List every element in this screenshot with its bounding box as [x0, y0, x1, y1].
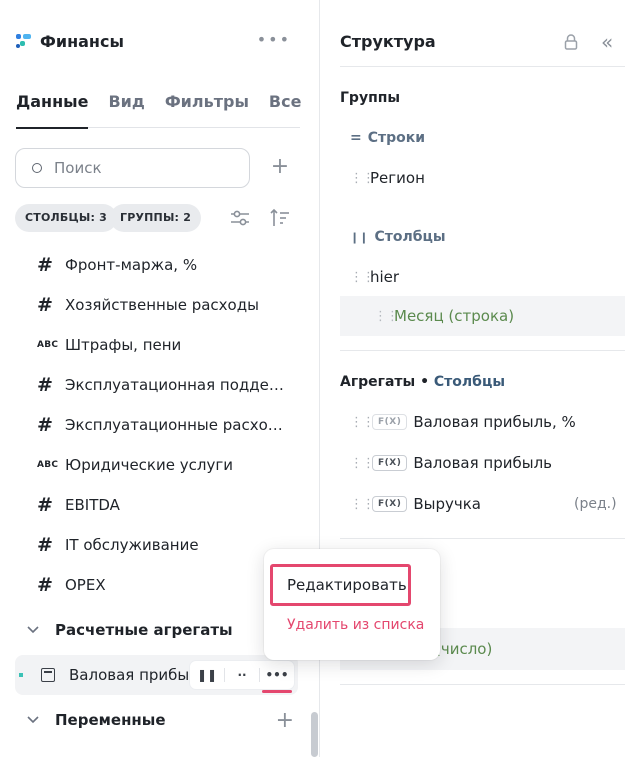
plus-icon[interactable]: +: [276, 708, 294, 733]
abc-icon: ABC: [37, 340, 59, 350]
field-list: # Фронт-маржа, % # Хозяйственные расходы…: [15, 245, 300, 605]
collapse-icon[interactable]: «: [601, 30, 613, 54]
list-item[interactable]: # OPEX: [15, 565, 300, 605]
columns-label: ❙❙ Столбцы: [350, 229, 446, 245]
selected-aggregate-row[interactable]: Валовая прибыль ❚❚ ·· •••: [15, 655, 298, 695]
add-field-button[interactable]: +: [268, 155, 292, 179]
edit-menu-item[interactable]: Редактировать: [270, 564, 411, 606]
group-column-item[interactable]: ⋮⋮ hier: [350, 267, 399, 287]
search-icon: [32, 163, 42, 173]
chevron-down-icon: [27, 623, 47, 637]
search-box[interactable]: [15, 148, 250, 188]
tab-all[interactable]: Все: [269, 92, 302, 128]
aggregate-label: Валовая прибыль: [69, 666, 195, 684]
scrollbar[interactable]: [311, 712, 318, 757]
list-item[interactable]: # Фронт-маржа, %: [15, 245, 300, 285]
sliders-icon[interactable]: [228, 206, 252, 230]
field-label: Хозяйственные расходы: [65, 296, 259, 314]
list-item[interactable]: # Эксплуатационная подде…: [15, 365, 300, 405]
sort-icon[interactable]: [268, 206, 292, 230]
variables-section[interactable]: Переменные +: [15, 708, 300, 733]
tab-filters[interactable]: Фильтры: [165, 92, 249, 128]
aggregates-label: Агрегаты • Столбцы: [340, 374, 505, 390]
columns-icon: ❙❙: [350, 230, 369, 244]
more-icon[interactable]: •••: [257, 30, 291, 49]
group-row-item[interactable]: ⋮⋮ Регион: [350, 168, 425, 188]
grip-icon: ⋮⋮: [374, 308, 399, 324]
grip-icon: ⋮⋮: [350, 414, 375, 430]
row-toolbar: ❚❚ ·· •••: [190, 661, 294, 693]
abc-icon: ABC: [37, 460, 59, 470]
field-label: Юридические услуги: [65, 456, 233, 474]
list-item[interactable]: # Хозяйственные расходы: [15, 285, 300, 325]
hash-icon: #: [37, 294, 53, 316]
field-label: EBITDA: [65, 496, 120, 514]
tab-data[interactable]: Данные: [16, 92, 89, 129]
chevron-down-icon: [27, 713, 47, 727]
field-label: Фронт-маржа, %: [65, 256, 198, 274]
list-item[interactable]: ABC Юридические услуги: [15, 445, 300, 485]
month-group-item[interactable]: ⋮⋮ Месяц (строка): [340, 296, 625, 336]
function-icon: F(X): [372, 414, 408, 430]
aggregate-item[interactable]: ⋮⋮ F(X) Валовая прибыль, %: [350, 412, 576, 432]
groups-chip[interactable]: ГРУППЫ: 2: [110, 204, 202, 232]
grip-icon: ⋮⋮: [350, 269, 375, 285]
grip-icon: ⋮⋮: [350, 496, 375, 512]
context-menu: Редактировать Удалить из списка: [264, 549, 440, 660]
delete-menu-item[interactable]: Удалить из списка: [270, 617, 424, 633]
rows-label: = Строки: [350, 130, 426, 146]
section-title: Переменные: [55, 711, 166, 729]
list-item[interactable]: # Эксплуатационные расходы: [15, 405, 300, 445]
tab-bar: Данные Вид Фильтры Все: [16, 92, 302, 129]
function-icon: F(X): [372, 455, 408, 471]
hash-icon: #: [37, 374, 53, 396]
search-input[interactable]: [54, 159, 224, 177]
field-label: OPEX: [65, 576, 106, 594]
hash-icon: #: [37, 534, 53, 556]
app-header: Финансы •••: [16, 30, 299, 52]
field-label: IT обслуживание: [65, 536, 199, 554]
calculator-icon: [41, 668, 55, 682]
more-options-button[interactable]: •••: [260, 661, 294, 693]
status-dot: [19, 673, 23, 677]
calc-aggregates-section[interactable]: Расчетные агрегаты: [15, 618, 300, 642]
pause-icon[interactable]: ❚❚: [190, 661, 224, 689]
lock-icon[interactable]: [564, 34, 578, 50]
edited-tag: (ред.): [574, 496, 617, 512]
columns-chip[interactable]: СТОЛБЦЫ: 3: [15, 204, 117, 232]
hash-icon: #: [37, 494, 53, 516]
aggregate-item[interactable]: ⋮⋮ F(X) Выручка: [350, 494, 481, 514]
list-item[interactable]: # IT обслуживание: [15, 525, 300, 565]
logo-icon: [16, 33, 32, 49]
section-title: Расчетные агрегаты: [55, 621, 233, 639]
panel-title: Структура: [340, 32, 436, 51]
function-icon: F(X): [372, 496, 408, 512]
grip-icon: ⋮⋮: [350, 455, 375, 471]
list-item[interactable]: ABC Штрафы, пени: [15, 325, 300, 365]
tab-view[interactable]: Вид: [108, 92, 144, 128]
list-item[interactable]: # EBITDA: [15, 485, 300, 525]
drag-icon[interactable]: ··: [225, 661, 259, 689]
aggregate-item[interactable]: ⋮⋮ F(X) Валовая прибыль: [350, 453, 552, 473]
groups-label: Группы: [340, 90, 401, 106]
field-label: Эксплуатационные расходы: [65, 416, 285, 434]
field-label: Штрафы, пени: [65, 336, 182, 354]
rows-icon: =: [350, 130, 362, 146]
field-label: Эксплуатационная подде…: [65, 376, 284, 394]
hash-icon: #: [37, 574, 53, 596]
grip-icon: ⋮⋮: [350, 170, 375, 186]
app-title: Финансы: [40, 31, 124, 51]
hash-icon: #: [37, 414, 53, 436]
hash-icon: #: [37, 254, 53, 276]
